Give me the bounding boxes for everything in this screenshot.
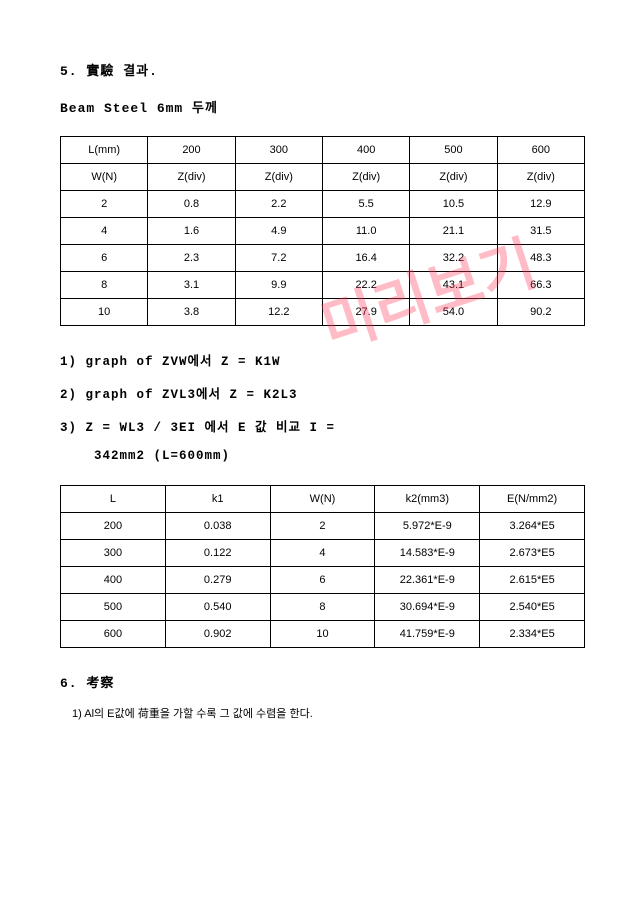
cell: 300 <box>61 540 166 567</box>
cell: 8 <box>270 594 375 621</box>
cell: 2.615*E5 <box>480 567 585 594</box>
table-beam-deflection: L(mm) 200 300 400 500 600 W(N) Z(div) Z(… <box>60 136 585 326</box>
cell: 54.0 <box>410 299 497 326</box>
cell: 3.8 <box>148 299 235 326</box>
cell: 2 <box>270 513 375 540</box>
cell: 7.2 <box>235 245 322 272</box>
cell: 4.9 <box>235 218 322 245</box>
cell: 9.9 <box>235 272 322 299</box>
table-row: 3000.122414.583*E-92.673*E5 <box>61 540 585 567</box>
cell: E(N/mm2) <box>480 486 585 513</box>
cell: 2.3 <box>148 245 235 272</box>
cell: 41.759*E-9 <box>375 621 480 648</box>
cell: 10.5 <box>410 191 497 218</box>
cell: 1.6 <box>148 218 235 245</box>
cell: L <box>61 486 166 513</box>
cell: 8 <box>61 272 148 299</box>
cell: 90.2 <box>497 299 584 326</box>
note-1: 1) Al의 E값에 荷重을 가할 수록 그 값에 수렴을 한다. <box>72 705 585 721</box>
table-row: 20.82.25.510.512.9 <box>61 191 585 218</box>
cell: 32.2 <box>410 245 497 272</box>
cell: 10 <box>61 299 148 326</box>
table-row: 62.37.216.432.248.3 <box>61 245 585 272</box>
cell: 22.361*E-9 <box>375 567 480 594</box>
cell: 2.540*E5 <box>480 594 585 621</box>
cell: L(mm) <box>61 137 148 164</box>
section-5-title: 5. 實驗 결과. <box>60 60 585 79</box>
cell: Z(div) <box>148 164 235 191</box>
cell: W(N) <box>61 164 148 191</box>
cell: W(N) <box>270 486 375 513</box>
cell: 400 <box>322 137 409 164</box>
table-header-row: L k1 W(N) k2(mm3) E(N/mm2) <box>61 486 585 513</box>
cell: 3.1 <box>148 272 235 299</box>
table-row: 6000.9021041.759*E-92.334*E5 <box>61 621 585 648</box>
table-modulus: L k1 W(N) k2(mm3) E(N/mm2) 2000.03825.97… <box>60 485 585 648</box>
cell: Z(div) <box>410 164 497 191</box>
cell: 12.9 <box>497 191 584 218</box>
cell: Z(div) <box>497 164 584 191</box>
cell: 66.3 <box>497 272 584 299</box>
cell: 200 <box>148 137 235 164</box>
cell: 2.2 <box>235 191 322 218</box>
section-6-title: 6. 考察 <box>60 672 585 691</box>
cell: 2.673*E5 <box>480 540 585 567</box>
list-item-3b: 342mm2 (L=600mm) <box>94 449 585 463</box>
cell: 21.1 <box>410 218 497 245</box>
cell: 6 <box>270 567 375 594</box>
cell: 400 <box>61 567 166 594</box>
cell: 11.0 <box>322 218 409 245</box>
cell: 6 <box>61 245 148 272</box>
cell: 500 <box>61 594 166 621</box>
cell: 5.972*E-9 <box>375 513 480 540</box>
cell: 300 <box>235 137 322 164</box>
table-row: 103.812.227.954.090.2 <box>61 299 585 326</box>
cell: 43.1 <box>410 272 497 299</box>
cell: 3.264*E5 <box>480 513 585 540</box>
cell: 4 <box>61 218 148 245</box>
cell: k2(mm3) <box>375 486 480 513</box>
beam-subtitle: Beam Steel 6mm 두께 <box>60 97 585 116</box>
cell: 2.334*E5 <box>480 621 585 648</box>
list-item-3: 3) Z = WL3 / 3EI 에서 E 값 비교 I = <box>60 416 585 435</box>
cell: 600 <box>497 137 584 164</box>
cell: 22.2 <box>322 272 409 299</box>
table-header-row: L(mm) 200 300 400 500 600 <box>61 137 585 164</box>
table-row: 83.19.922.243.166.3 <box>61 272 585 299</box>
table-row: 2000.03825.972*E-93.264*E5 <box>61 513 585 540</box>
table-row: 41.64.911.021.131.5 <box>61 218 585 245</box>
cell: 0.540 <box>165 594 270 621</box>
cell: 0.8 <box>148 191 235 218</box>
table-row: 4000.279622.361*E-92.615*E5 <box>61 567 585 594</box>
cell: 0.902 <box>165 621 270 648</box>
cell: 600 <box>61 621 166 648</box>
list-item-2: 2) graph of ZVL3에서 Z = K2L3 <box>60 383 585 402</box>
cell: 16.4 <box>322 245 409 272</box>
cell: 5.5 <box>322 191 409 218</box>
cell: 2 <box>61 191 148 218</box>
cell: 500 <box>410 137 497 164</box>
table-header-row: W(N) Z(div) Z(div) Z(div) Z(div) Z(div) <box>61 164 585 191</box>
cell: 30.694*E-9 <box>375 594 480 621</box>
list-item-1: 1) graph of ZVW에서 Z = K1W <box>60 350 585 369</box>
cell: 12.2 <box>235 299 322 326</box>
table-row: 5000.540830.694*E-92.540*E5 <box>61 594 585 621</box>
cell: 48.3 <box>497 245 584 272</box>
cell: 0.122 <box>165 540 270 567</box>
cell: 200 <box>61 513 166 540</box>
cell: k1 <box>165 486 270 513</box>
cell: Z(div) <box>235 164 322 191</box>
cell: 27.9 <box>322 299 409 326</box>
cell: 14.583*E-9 <box>375 540 480 567</box>
cell: 31.5 <box>497 218 584 245</box>
cell: 0.279 <box>165 567 270 594</box>
cell: Z(div) <box>322 164 409 191</box>
cell: 4 <box>270 540 375 567</box>
cell: 0.038 <box>165 513 270 540</box>
cell: 10 <box>270 621 375 648</box>
